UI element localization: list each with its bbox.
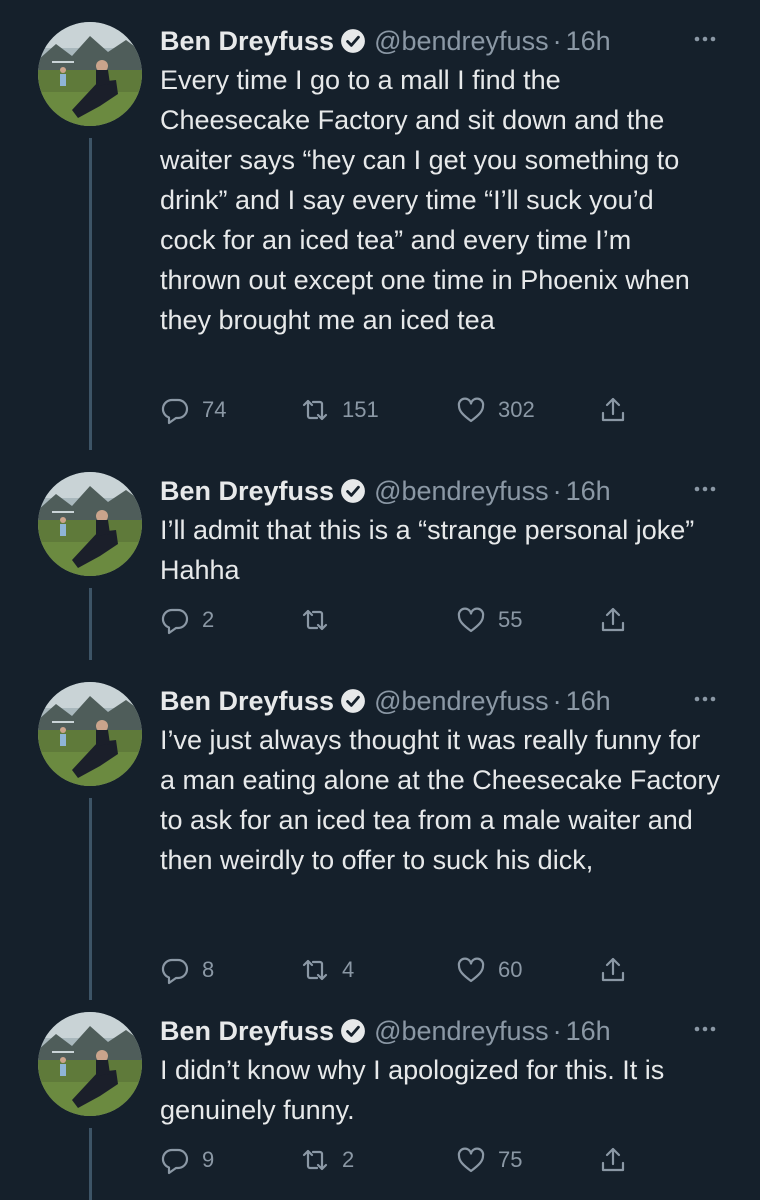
tweet-actions: 74 151 302 <box>160 390 732 430</box>
more-options-icon[interactable] <box>690 24 720 54</box>
author-handle[interactable]: @bendreyfuss <box>374 26 549 57</box>
retweet-button[interactable]: 4 <box>300 955 354 985</box>
timestamp[interactable]: 16h <box>566 476 611 507</box>
avatar-image <box>38 1012 142 1116</box>
share-icon <box>598 1145 628 1175</box>
avatar[interactable] <box>38 472 142 576</box>
tweet[interactable]: Ben Dreyfuss @bendreyfuss · 16h I didn’t… <box>0 990 760 1200</box>
tweet-actions: 8 4 60 <box>160 950 732 990</box>
verified-badge-icon <box>340 28 366 54</box>
timestamp[interactable]: 16h <box>566 1016 611 1047</box>
retweet-icon <box>300 1145 330 1175</box>
separator: · <box>552 685 562 716</box>
tweet-text: I didn’t know why I apologized for this.… <box>160 1055 665 1125</box>
share-button[interactable] <box>598 395 628 425</box>
reply-count: 74 <box>202 397 227 422</box>
like-button[interactable]: 75 <box>456 1145 522 1175</box>
separator: · <box>552 1015 562 1046</box>
like-count: 302 <box>498 397 535 422</box>
retweet-icon <box>300 955 330 985</box>
like-button[interactable]: 302 <box>456 395 535 425</box>
tweet-text: I’ve just always thought it was really f… <box>160 725 720 875</box>
avatar-image <box>38 472 142 576</box>
reply-icon <box>160 955 190 985</box>
reply-icon <box>160 395 190 425</box>
tweet-actions: 9 2 75 <box>160 1140 732 1180</box>
avatar-image <box>38 22 142 126</box>
reply-button[interactable]: 8 <box>160 955 214 985</box>
reply-button[interactable]: 9 <box>160 1145 214 1175</box>
author-handle[interactable]: @bendreyfuss <box>374 686 549 717</box>
like-button[interactable]: 60 <box>456 955 522 985</box>
reply-button[interactable]: 74 <box>160 395 226 425</box>
tweet[interactable]: Ben Dreyfuss @bendreyfuss · 16h Every ti… <box>0 0 760 450</box>
share-icon <box>598 395 628 425</box>
reply-count: 8 <box>202 957 215 982</box>
share-button[interactable] <box>598 955 628 985</box>
author-name[interactable]: Ben Dreyfuss <box>160 476 334 507</box>
tweet-text: Every time I go to a mall I find the Che… <box>160 65 690 335</box>
author-name[interactable]: Ben Dreyfuss <box>160 26 334 57</box>
verified-badge-icon <box>340 688 366 714</box>
avatar[interactable] <box>38 22 142 126</box>
tweet[interactable]: Ben Dreyfuss @bendreyfuss · 16h I’ve jus… <box>0 660 760 1000</box>
verified-badge-icon <box>340 1018 366 1044</box>
avatar[interactable] <box>38 682 142 786</box>
heart-icon <box>456 1145 486 1175</box>
tweet[interactable]: Ben Dreyfuss @bendreyfuss · 16h I’ll adm… <box>0 450 760 660</box>
reply-count: 2 <box>202 607 215 632</box>
thread-line <box>89 588 92 660</box>
timestamp[interactable]: 16h <box>566 686 611 717</box>
share-icon <box>598 605 628 635</box>
reply-button[interactable]: 2 <box>160 605 214 635</box>
separator: · <box>552 475 562 506</box>
heart-icon <box>456 955 486 985</box>
reply-icon <box>160 605 190 635</box>
heart-icon <box>456 605 486 635</box>
retweet-button[interactable]: 2 <box>300 1145 354 1175</box>
tweet-text: I’ll admit that this is a “strange perso… <box>160 515 695 585</box>
verified-badge-icon <box>340 478 366 504</box>
separator: · <box>552 25 562 56</box>
like-count: 55 <box>498 607 523 632</box>
author-name[interactable]: Ben Dreyfuss <box>160 1016 334 1047</box>
tweet-actions: 2 55 <box>160 600 732 640</box>
share-button[interactable] <box>598 605 628 635</box>
more-options-icon[interactable] <box>690 474 720 504</box>
retweet-count: 151 <box>342 397 379 422</box>
avatar[interactable] <box>38 1012 142 1116</box>
more-options-icon[interactable] <box>690 684 720 714</box>
heart-icon <box>456 395 486 425</box>
retweet-icon <box>300 605 330 635</box>
thread-line <box>89 1128 92 1200</box>
retweet-icon <box>300 395 330 425</box>
retweet-count: 2 <box>342 1147 355 1172</box>
share-icon <box>598 955 628 985</box>
avatar-image <box>38 682 142 786</box>
author-name[interactable]: Ben Dreyfuss <box>160 686 334 717</box>
reply-count: 9 <box>202 1147 215 1172</box>
like-count: 60 <box>498 957 523 982</box>
thread-line <box>89 138 92 450</box>
author-handle[interactable]: @bendreyfuss <box>374 476 549 507</box>
like-button[interactable]: 55 <box>456 605 522 635</box>
author-handle[interactable]: @bendreyfuss <box>374 1016 549 1047</box>
timestamp[interactable]: 16h <box>566 26 611 57</box>
thread-line <box>89 798 92 1000</box>
share-button[interactable] <box>598 1145 628 1175</box>
retweet-count: 4 <box>342 957 355 982</box>
like-count: 75 <box>498 1147 523 1172</box>
retweet-button[interactable] <box>300 605 342 635</box>
reply-icon <box>160 1145 190 1175</box>
more-options-icon[interactable] <box>690 1014 720 1044</box>
retweet-button[interactable]: 151 <box>300 395 379 425</box>
